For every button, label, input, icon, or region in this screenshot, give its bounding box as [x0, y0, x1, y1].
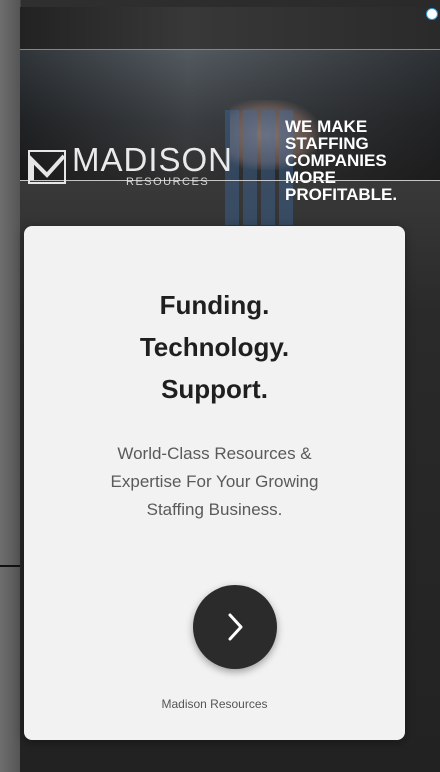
- tagline-line: MORE: [285, 168, 336, 187]
- ad-banner[interactable]: MADISON RESOURCES WE MAKE STAFFING COMPA…: [20, 50, 440, 225]
- advertiser-name: Madison Resources: [161, 697, 268, 711]
- card-title: Funding. Technology. Support.: [24, 284, 405, 410]
- card-title-line: Technology.: [139, 332, 290, 362]
- logo-subtitle: RESOURCES: [126, 176, 210, 188]
- card-title-line: Support.: [161, 374, 268, 404]
- banner-tagline: WE MAKE STAFFING COMPANIES MORE PROFITAB…: [285, 118, 437, 203]
- cta-next-button[interactable]: [193, 585, 277, 669]
- logo-name: MADISON: [72, 141, 234, 178]
- tagline-line: PROFITABLE.: [285, 185, 398, 204]
- madison-logo: MADISON RESOURCES: [28, 142, 248, 202]
- card-title-line: Funding.: [159, 290, 270, 320]
- tagline-line: WE MAKE: [285, 117, 368, 136]
- divider: [20, 180, 440, 181]
- tagline-line: STAFFING: [285, 134, 369, 153]
- ad-top-strip: [20, 7, 440, 49]
- tagline-line: COMPANIES: [285, 151, 387, 170]
- card-subtitle: World-Class Resources & Expertise For Yo…: [24, 440, 405, 524]
- ad-choices-icon[interactable]: [426, 8, 438, 20]
- card-subtitle-line: Expertise For Your Growing: [110, 472, 319, 491]
- chevron-right-icon: [228, 613, 243, 641]
- card-subtitle-line: Staffing Business.: [146, 500, 283, 519]
- ad-card[interactable]: Funding. Technology. Support. World-Clas…: [24, 226, 405, 740]
- card-subtitle-line: World-Class Resources &: [117, 444, 312, 463]
